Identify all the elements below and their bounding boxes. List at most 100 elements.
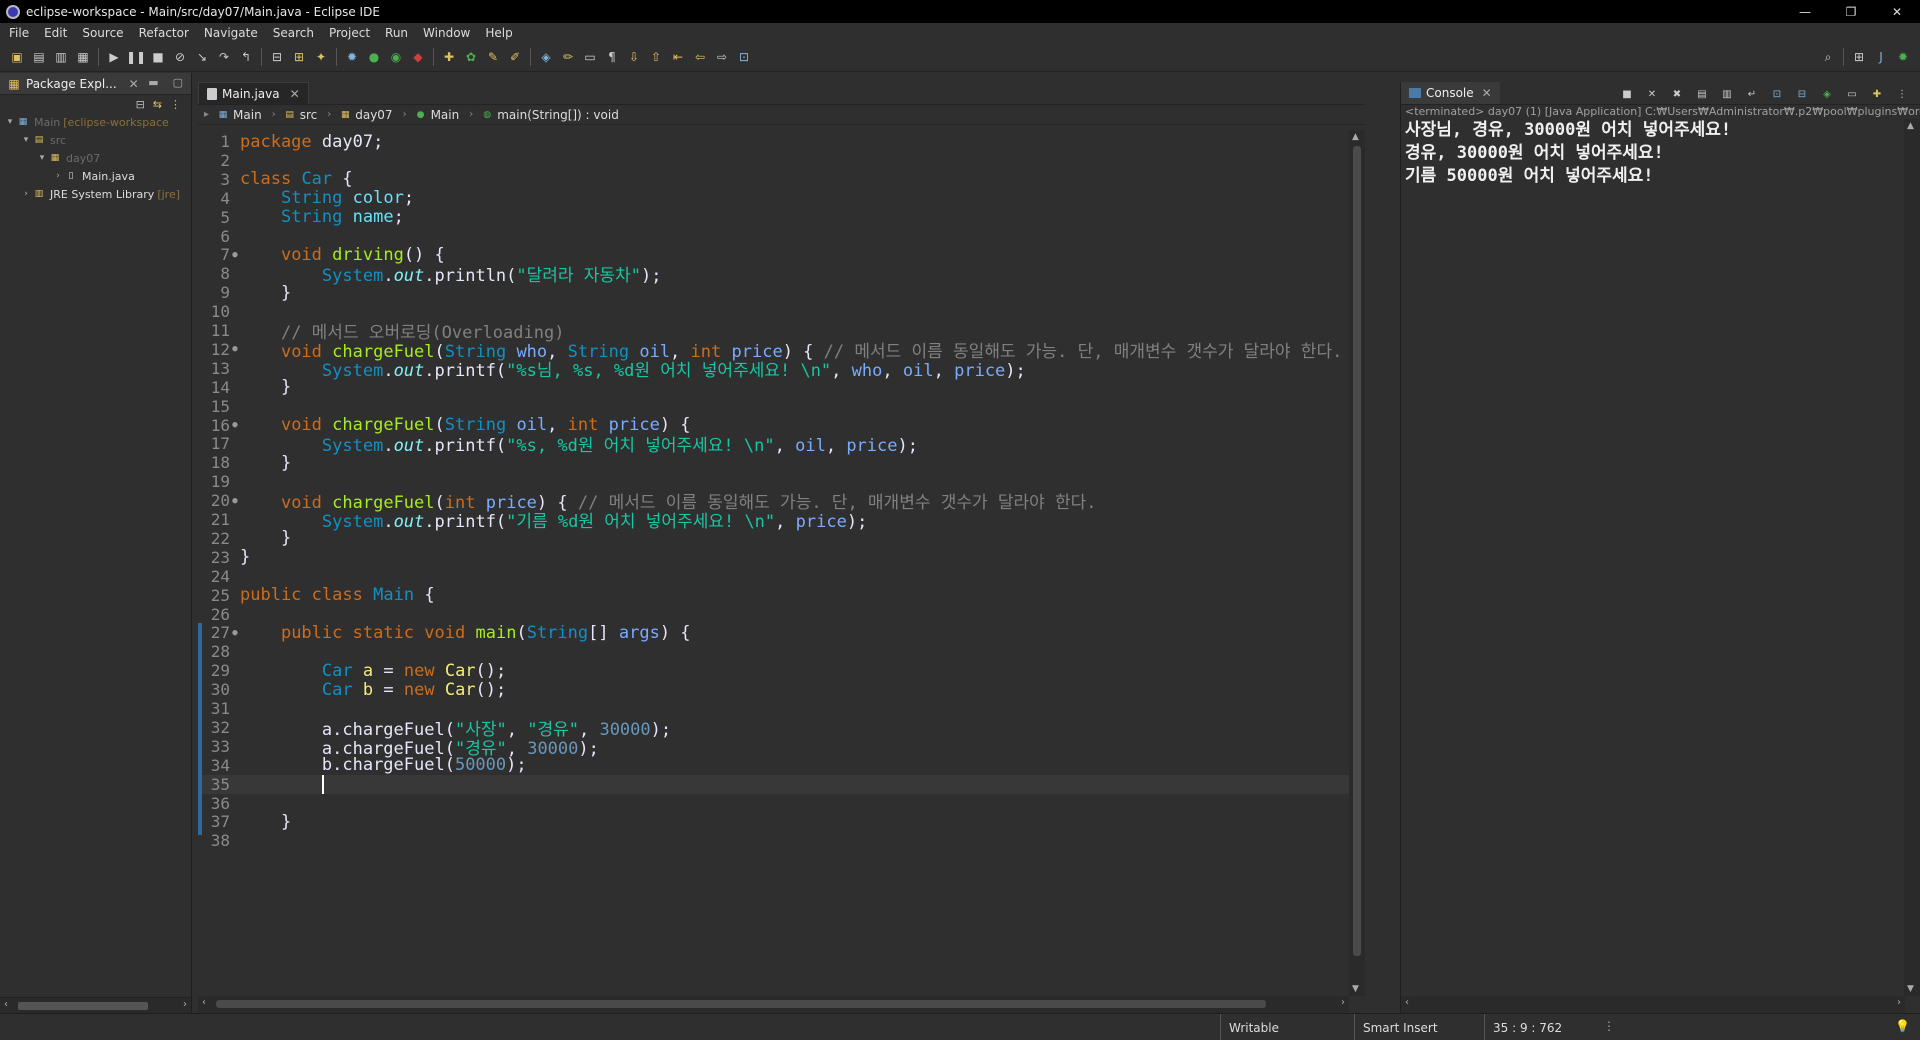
search-toolbar-icon[interactable]: ✐: [506, 48, 524, 66]
menu-window[interactable]: Window: [418, 26, 480, 40]
open-console-icon[interactable]: ✚: [1869, 87, 1885, 101]
suspend-icon[interactable]: ❚❚: [126, 48, 146, 66]
link-with-editor-icon[interactable]: ⇆: [153, 98, 162, 111]
print-icon[interactable]: ▦: [74, 48, 92, 66]
external-tools-icon[interactable]: ◆: [409, 48, 427, 66]
last-edit-icon[interactable]: ⇤: [669, 48, 687, 66]
tree-item[interactable]: ▾ ▦ day07: [0, 149, 191, 167]
scroll-thumb[interactable]: [216, 1000, 1266, 1008]
fold-marker-icon[interactable]: ●: [230, 628, 240, 638]
close-icon[interactable]: ✕: [1482, 86, 1492, 100]
code-line[interactable]: 22 }: [198, 528, 1365, 548]
show-whitespace-icon[interactable]: ¶: [603, 48, 621, 66]
step-return-icon[interactable]: ↰: [237, 48, 255, 66]
code-line[interactable]: 14 }: [198, 377, 1365, 397]
new-icon[interactable]: ▣: [8, 48, 26, 66]
code-line[interactable]: 18 }: [198, 453, 1365, 473]
expand-arrow-icon[interactable]: ▾: [4, 117, 16, 127]
code-line[interactable]: 17 System.out.printf("%s, %d원 어치 넣어주세요! …: [198, 434, 1365, 456]
breadcrumb-package[interactable]: ▦ day07: [339, 108, 393, 122]
lightbulb-icon[interactable]: 💡: [1895, 1019, 1910, 1033]
code-line[interactable]: 23}: [198, 547, 1365, 567]
previous-annotation-icon[interactable]: ⇧: [647, 48, 665, 66]
remove-launch-icon[interactable]: ✕: [1644, 87, 1660, 101]
close-icon[interactable]: ✕: [290, 87, 300, 101]
java-perspective-icon[interactable]: J: [1872, 48, 1890, 66]
fold-marker-icon[interactable]: ●: [230, 496, 240, 506]
step-over-icon[interactable]: ↷: [215, 48, 233, 66]
clear-console-icon[interactable]: ▤: [1694, 87, 1710, 101]
scroll-lock-icon[interactable]: ▥: [1719, 87, 1735, 101]
debug-icon[interactable]: ✹: [343, 48, 361, 66]
pin-editor-icon[interactable]: ⊡: [735, 48, 753, 66]
tree-item[interactable]: › ▥ JRE System Library [jre]: [0, 185, 191, 203]
forward-icon[interactable]: ⇨: [713, 48, 731, 66]
package-explorer-tab[interactable]: ▦ Package Expl... ✕ ▬ ▢: [0, 73, 191, 95]
view-menu-icon[interactable]: ⋮: [170, 98, 181, 111]
menu-refactor[interactable]: Refactor: [134, 26, 199, 40]
code-line[interactable]: 29 Car a = new Car();: [198, 661, 1365, 685]
code-line[interactable]: 37 }: [198, 812, 1365, 836]
menu-navigate[interactable]: Navigate: [199, 26, 268, 40]
pin-console-icon[interactable]: ◈: [1819, 87, 1835, 101]
new-package-icon[interactable]: ✿: [462, 48, 480, 66]
show-on-error-icon[interactable]: ⊟: [1794, 87, 1810, 101]
scroll-up-icon[interactable]: ▲: [1352, 132, 1359, 142]
breadcrumb-src[interactable]: ▤ src: [284, 108, 317, 122]
open-task-icon[interactable]: ✎: [484, 48, 502, 66]
code-line[interactable]: 4 String color;: [198, 188, 1365, 208]
code-line[interactable]: 1 package day07;: [198, 132, 1365, 152]
toggle-mark-occurrences-icon[interactable]: ◈: [537, 48, 555, 66]
terminate-icon[interactable]: ■: [1619, 87, 1635, 101]
run-icon[interactable]: ●: [365, 48, 383, 66]
breadcrumb-method[interactable]: ◍ main(String[]) : void: [481, 108, 619, 122]
coverage-icon[interactable]: ◉: [387, 48, 405, 66]
open-perspective-icon[interactable]: ⊞: [1850, 48, 1868, 66]
block-selection-icon[interactable]: ▭: [581, 48, 599, 66]
code-line[interactable]: 28: [198, 642, 1365, 666]
next-annotation-icon[interactable]: ⇩: [625, 48, 643, 66]
scroll-right-icon[interactable]: ›: [183, 999, 187, 1010]
show-on-output-icon[interactable]: ⊡: [1769, 87, 1785, 101]
terminate-icon[interactable]: ■: [149, 48, 167, 66]
code-line[interactable]: 33 a.chargeFuel("경유", 30000);: [198, 736, 1365, 760]
console-output[interactable]: 사장님, 경유, 30000원 어치 넣어주세요! 경유, 30000원 어치 …: [1401, 119, 1920, 188]
tree-item[interactable]: ▾ ▦ Main [eclipse-workspace: [0, 113, 191, 131]
scroll-right-icon[interactable]: ›: [1897, 997, 1901, 1008]
display-console-icon[interactable]: ▭: [1844, 87, 1860, 101]
fold-marker-icon[interactable]: ●: [230, 420, 240, 430]
scroll-left-icon[interactable]: ‹: [4, 999, 8, 1010]
minimize-button[interactable]: —: [1782, 0, 1828, 23]
tab-console[interactable]: Console ✕: [1401, 82, 1500, 104]
resume-icon[interactable]: ▶: [105, 48, 123, 66]
horizontal-scrollbar[interactable]: ‹ ›: [198, 996, 1349, 1013]
code-line[interactable]: 38: [198, 831, 1365, 850]
word-wrap-icon[interactable]: ↵: [1744, 87, 1760, 101]
more-icon[interactable]: ⋮: [1603, 1019, 1615, 1033]
tree-item[interactable]: › ▯ Main.java: [0, 167, 191, 185]
expand-arrow-icon[interactable]: ▾: [36, 153, 48, 163]
collapse-all-icon[interactable]: ⊟: [136, 98, 145, 111]
code-line[interactable]: 26: [198, 605, 1365, 624]
search-icon[interactable]: ⌕: [1819, 48, 1837, 66]
menu-run[interactable]: Run: [380, 26, 418, 40]
scroll-left-icon[interactable]: ‹: [202, 997, 206, 1008]
save-icon[interactable]: ▤: [30, 48, 48, 66]
scroll-down-icon[interactable]: ▼: [1907, 984, 1914, 994]
expand-arrow-icon[interactable]: ›: [52, 171, 64, 181]
scroll-left-icon[interactable]: ‹: [1405, 997, 1409, 1008]
menu-file[interactable]: File: [4, 26, 39, 40]
vertical-scrollbar[interactable]: ▲ ▼: [1904, 119, 1920, 996]
code-line[interactable]: 36: [198, 793, 1365, 817]
tab-main-java[interactable]: Main.java ✕: [198, 82, 309, 104]
disconnect-icon[interactable]: ⊘: [171, 48, 189, 66]
breadcrumb-class[interactable]: ● Main: [415, 108, 460, 122]
code-line[interactable]: 30 Car b = new Car();: [198, 680, 1365, 704]
code-line[interactable]: 8 System.out.println("달려라 자동차");: [198, 264, 1365, 286]
menu-help[interactable]: Help: [480, 26, 522, 40]
expand-arrow-icon[interactable]: ›: [20, 189, 32, 199]
vertical-scrollbar[interactable]: ▲ ▼: [1349, 130, 1365, 996]
step-into-icon[interactable]: ↘: [193, 48, 211, 66]
menu-edit[interactable]: Edit: [39, 26, 77, 40]
scroll-thumb[interactable]: [1353, 146, 1361, 956]
